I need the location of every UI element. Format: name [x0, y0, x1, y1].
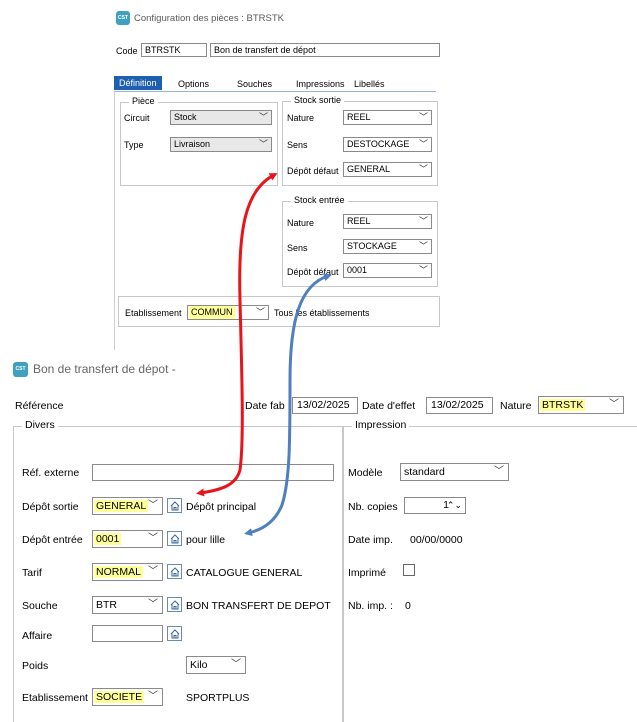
blue-arrow: [244, 273, 332, 537]
annotation-arrows: [196, 173, 332, 537]
red-arrow: [196, 173, 278, 497]
